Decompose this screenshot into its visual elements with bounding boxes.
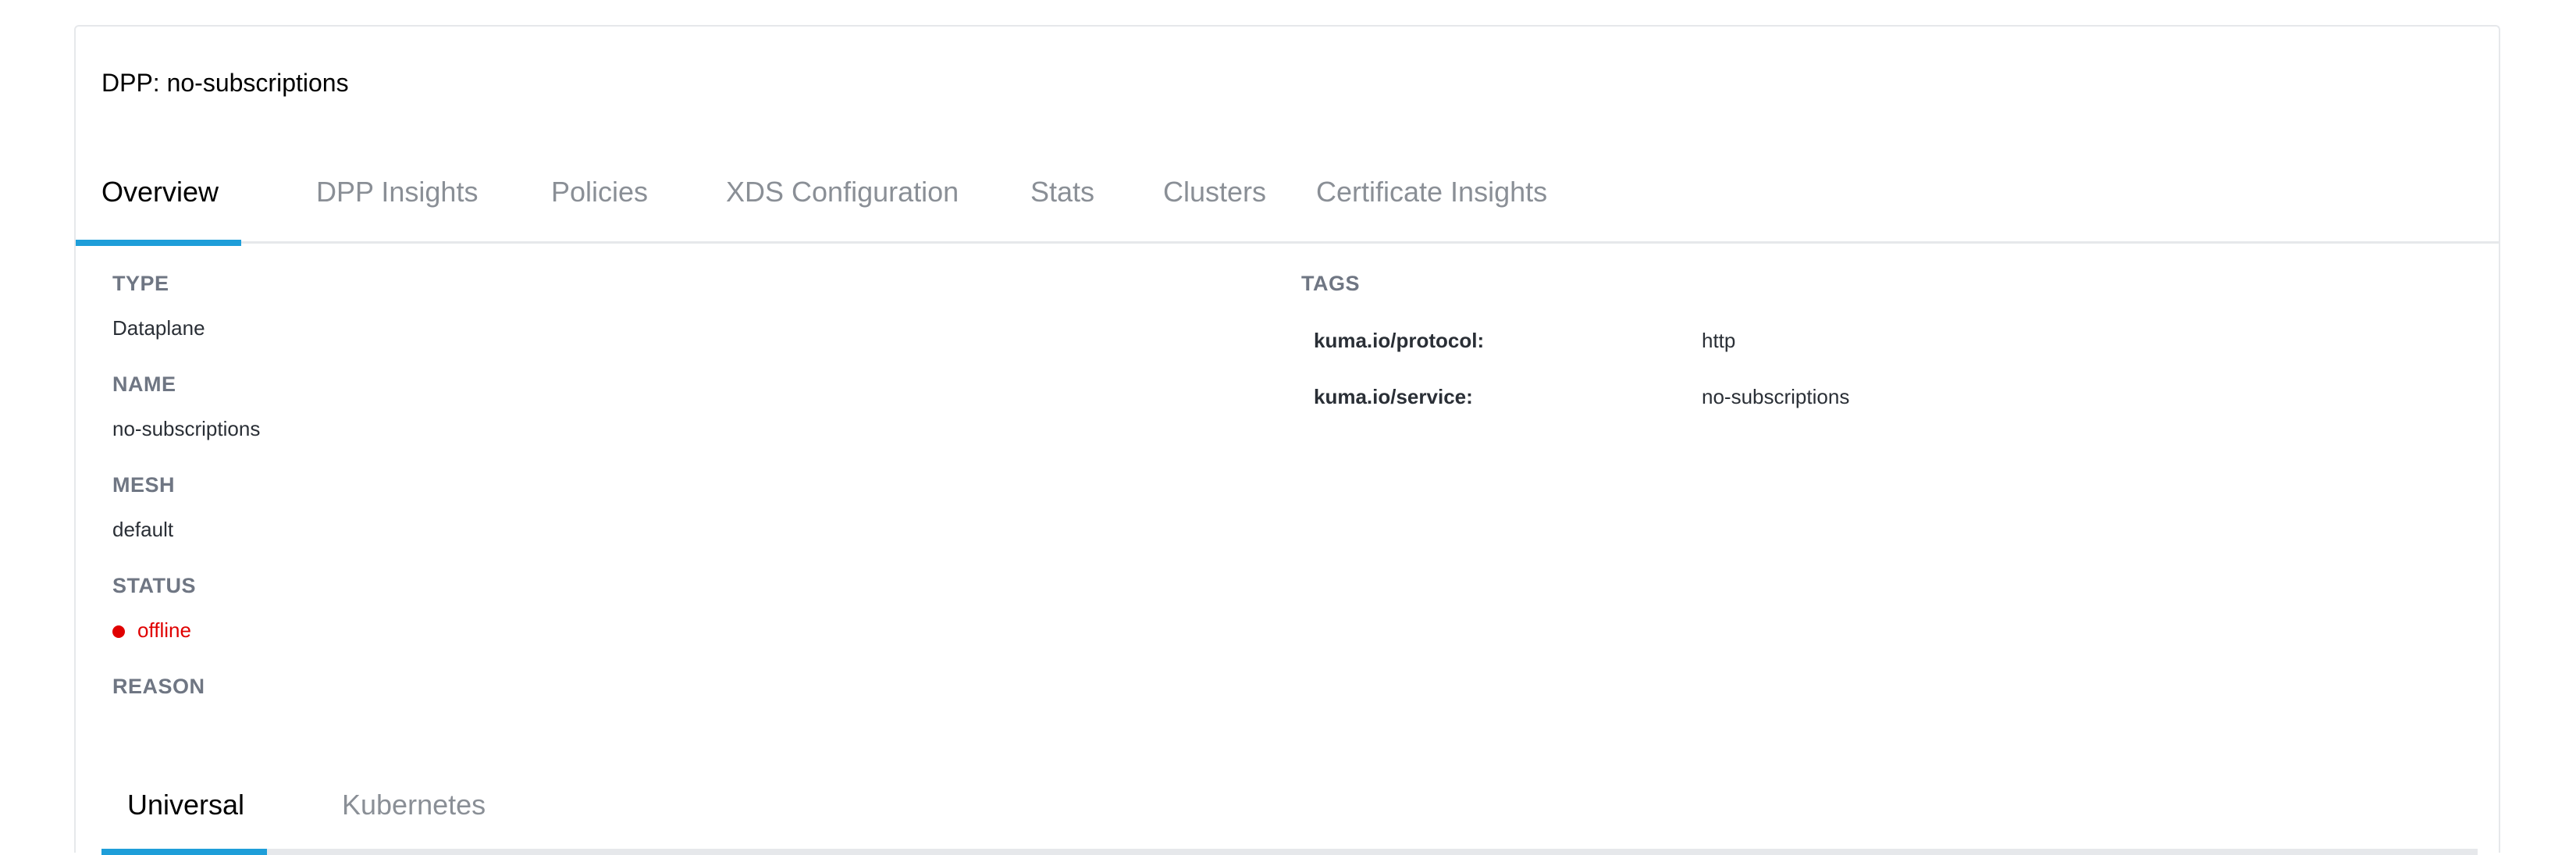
mesh-label: MESH: [112, 473, 176, 497]
tab-label: Stats: [1030, 176, 1095, 208]
tab-label: Clusters: [1163, 176, 1267, 208]
tag-value-service: no-subscriptions: [1702, 385, 1850, 408]
format-tabs: Universal Kubernetes: [101, 757, 2478, 855]
tag-key-protocol: kuma.io/protocol:: [1314, 329, 1485, 352]
reason-label: REASON: [112, 675, 205, 698]
tab-label: XDS Configuration: [726, 176, 959, 208]
tab-universal[interactable]: Universal: [101, 757, 267, 855]
tab-policies[interactable]: Policies: [525, 136, 650, 244]
dataplane-card: DPP: no-subscriptions Overview DPP Insig…: [74, 25, 2500, 855]
tag-key-service: kuma.io/service:: [1314, 385, 1473, 408]
status-dot-icon: [112, 625, 125, 638]
subtab-label: Universal: [127, 789, 245, 821]
status-value: offline: [137, 618, 191, 642]
tab-overview[interactable]: Overview: [76, 136, 241, 246]
status-badge: offline: [112, 618, 191, 643]
tab-label: Overview: [101, 176, 219, 208]
tab-clusters[interactable]: Clusters: [1137, 136, 1278, 244]
name-label: NAME: [112, 372, 176, 396]
status-label: STATUS: [112, 574, 196, 597]
main-tabs: Overview DPP Insights Policies XDS Confi…: [76, 136, 2499, 246]
type-value: Dataplane: [112, 316, 205, 340]
tab-stats[interactable]: Stats: [1005, 136, 1114, 244]
name-value: no-subscriptions: [112, 417, 261, 440]
tab-label: Certificate Insights: [1316, 176, 1548, 208]
tab-dpp-insights[interactable]: DPP Insights: [290, 136, 478, 244]
subtab-label: Kubernetes: [342, 789, 486, 821]
type-label: TYPE: [112, 272, 169, 295]
tab-label: DPP Insights: [316, 176, 479, 208]
tab-label: Policies: [551, 176, 649, 208]
tab-kubernetes[interactable]: Kubernetes: [316, 757, 496, 849]
tab-certificate-insights[interactable]: Certificate Insights: [1290, 136, 1603, 244]
tags-label: TAGS: [1301, 272, 1360, 295]
card-title: DPP: no-subscriptions: [101, 69, 349, 97]
mesh-value: default: [112, 518, 174, 541]
tag-value-protocol: http: [1702, 329, 1736, 352]
tab-xds-configuration[interactable]: XDS Configuration: [700, 136, 973, 244]
